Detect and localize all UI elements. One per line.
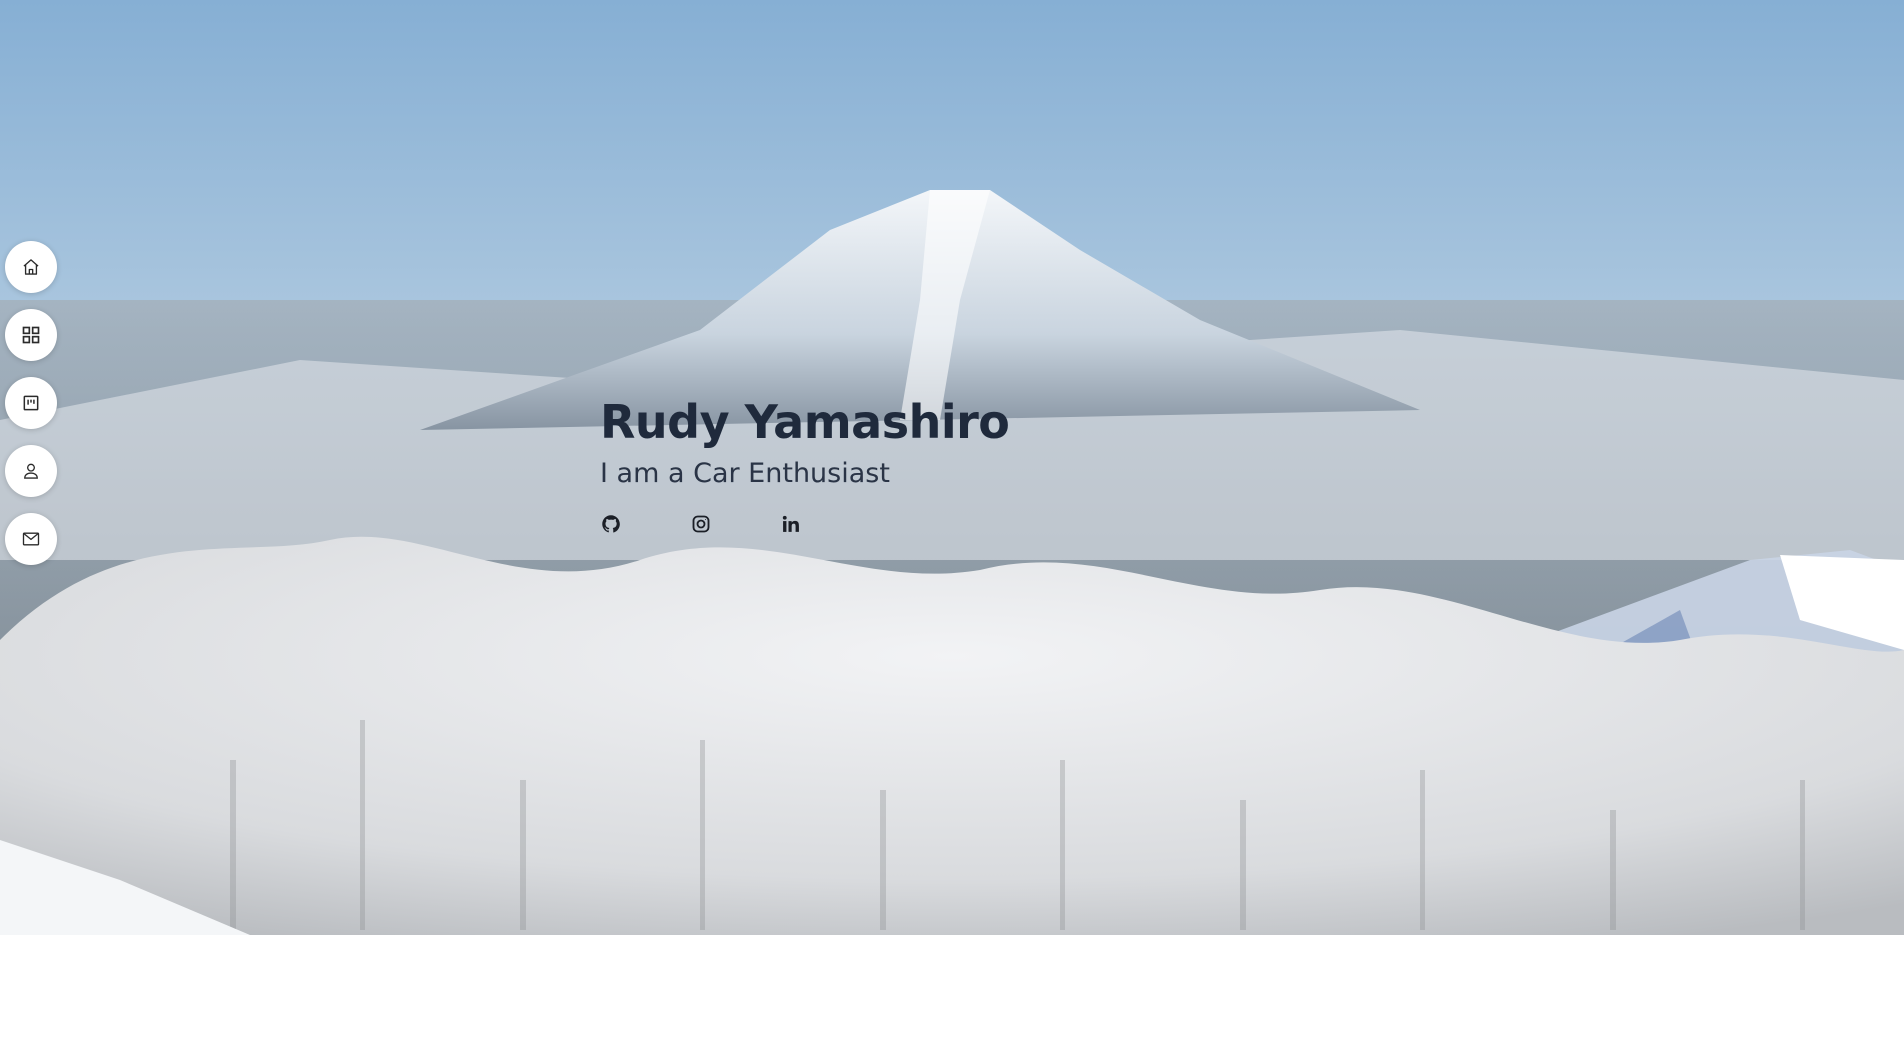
hero-title: Rudy Yamashiro	[600, 395, 1010, 449]
hero-content: Rudy Yamashiro I am a Car Enthusiast	[600, 392, 1010, 534]
nav-portfolio-button[interactable]	[5, 309, 57, 361]
side-navigation	[5, 241, 57, 565]
kanban-icon	[23, 395, 39, 411]
linkedin-link[interactable]	[781, 514, 801, 534]
nav-kanban-button[interactable]	[5, 377, 57, 429]
grid-icon	[22, 326, 40, 344]
linkedin-icon	[782, 515, 799, 532]
user-icon	[24, 463, 38, 479]
nav-about-button[interactable]	[5, 445, 57, 497]
nav-contact-button[interactable]	[5, 513, 57, 565]
instagram-link[interactable]	[691, 514, 711, 534]
social-links	[601, 514, 1009, 534]
hero-section: Rudy Yamashiro I am a Car Enthusiast	[0, 0, 1904, 935]
mail-icon	[22, 532, 40, 546]
instagram-icon	[692, 515, 710, 533]
github-icon	[602, 515, 620, 533]
home-icon	[23, 259, 39, 275]
hero-subtitle: I am a Car Enthusiast	[600, 458, 890, 489]
nav-home-button[interactable]	[5, 241, 57, 293]
github-link[interactable]	[601, 514, 621, 534]
